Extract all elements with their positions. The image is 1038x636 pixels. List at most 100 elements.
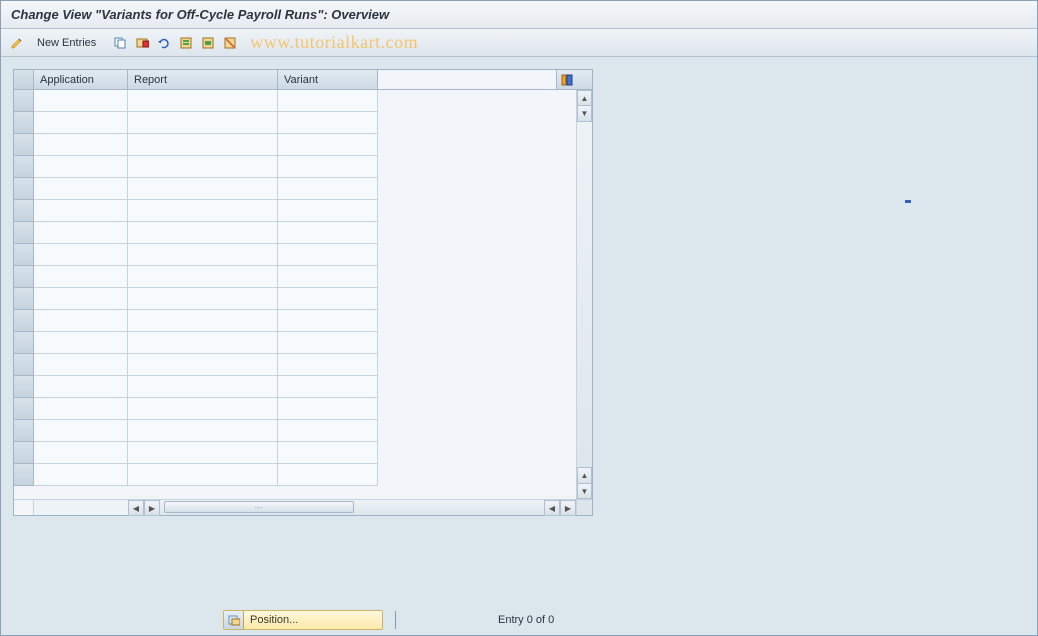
cell-report[interactable] [128,398,278,420]
cell-report[interactable] [128,134,278,156]
cell-application[interactable] [34,222,128,244]
row-selector[interactable] [14,420,34,442]
cell-application[interactable] [34,266,128,288]
cell-variant[interactable] [278,178,378,200]
cell-variant[interactable] [278,90,378,112]
row-selector[interactable] [14,178,34,200]
cell-application[interactable] [34,90,128,112]
cell-variant[interactable] [278,332,378,354]
cell-application[interactable] [34,332,128,354]
cell-report[interactable] [128,376,278,398]
cell-report[interactable] [128,200,278,222]
cell-application[interactable] [34,112,128,134]
page-up-button[interactable]: ▼ [577,106,592,122]
hscroll-thumb[interactable] [164,501,354,513]
cell-report[interactable] [128,332,278,354]
row-selector[interactable] [14,200,34,222]
cell-variant[interactable] [278,354,378,376]
cell-report[interactable] [128,266,278,288]
scroll-down-button[interactable]: ▼ [577,483,592,499]
cell-report[interactable] [128,420,278,442]
row-selector[interactable] [14,244,34,266]
cell-variant[interactable] [278,464,378,486]
cell-application[interactable] [34,398,128,420]
row-selector[interactable] [14,398,34,420]
row-selector[interactable] [14,310,34,332]
row-selector[interactable] [14,112,34,134]
scroll-up-button[interactable]: ▲ [577,90,592,106]
vertical-scrollbar[interactable]: ▲ ▼ ▲ ▼ [576,90,592,499]
cell-report[interactable] [128,178,278,200]
select-all-rows[interactable] [14,70,34,90]
row-selector[interactable] [14,266,34,288]
cell-variant[interactable] [278,112,378,134]
row-selector[interactable] [14,376,34,398]
cell-application[interactable] [34,310,128,332]
cell-variant[interactable] [278,134,378,156]
cell-application[interactable] [34,464,128,486]
cell-report[interactable] [128,288,278,310]
table-row [14,112,378,134]
delete-button[interactable] [132,33,152,53]
cell-application[interactable] [34,134,128,156]
toolbar: New Entries www.tutorialkart.com [1,29,1037,57]
table-settings-button[interactable] [556,70,576,90]
cell-variant[interactable] [278,442,378,464]
cell-report[interactable] [128,442,278,464]
column-header-application[interactable]: Application [34,70,128,90]
cell-variant[interactable] [278,244,378,266]
cell-application[interactable] [34,442,128,464]
cell-application[interactable] [34,288,128,310]
row-selector[interactable] [14,442,34,464]
cell-application[interactable] [34,354,128,376]
cell-variant[interactable] [278,310,378,332]
cell-variant[interactable] [278,200,378,222]
cell-application[interactable] [34,200,128,222]
cell-variant[interactable] [278,266,378,288]
hscroll-spacer-app [34,500,128,515]
cell-report[interactable] [128,156,278,178]
cell-variant[interactable] [278,398,378,420]
row-selector[interactable] [14,288,34,310]
cell-application[interactable] [34,156,128,178]
page-down-button[interactable]: ▲ [577,467,592,483]
cell-variant[interactable] [278,376,378,398]
copy-button[interactable] [110,33,130,53]
cell-application[interactable] [34,420,128,442]
cell-report[interactable] [128,464,278,486]
cell-report[interactable] [128,244,278,266]
scroll-left-col-button[interactable]: ▶ [144,500,160,516]
position-button[interactable]: Position... [223,610,383,630]
row-selector[interactable] [14,90,34,112]
select-block-button[interactable] [198,33,218,53]
scroll-left-button[interactable]: ◀ [128,500,144,516]
deselect-all-button[interactable] [220,33,240,53]
row-selector[interactable] [14,156,34,178]
column-header-report[interactable]: Report [128,70,278,90]
scroll-right-col-button[interactable]: ◀ [544,500,560,516]
cell-variant[interactable] [278,420,378,442]
toggle-edit-button[interactable] [7,33,27,53]
cell-application[interactable] [34,178,128,200]
new-entries-button[interactable]: New Entries [29,33,104,53]
cell-variant[interactable] [278,222,378,244]
row-selector[interactable] [14,332,34,354]
cell-report[interactable] [128,310,278,332]
column-header-variant[interactable]: Variant [278,70,378,90]
hscroll-track[interactable] [160,500,544,515]
undo-button[interactable] [154,33,174,53]
cell-variant[interactable] [278,156,378,178]
cell-variant[interactable] [278,288,378,310]
cell-report[interactable] [128,90,278,112]
row-selector[interactable] [14,464,34,486]
cell-report[interactable] [128,354,278,376]
cell-application[interactable] [34,244,128,266]
cell-application[interactable] [34,376,128,398]
select-all-button[interactable] [176,33,196,53]
row-selector[interactable] [14,222,34,244]
cell-report[interactable] [128,222,278,244]
scroll-right-button[interactable]: ▶ [560,500,576,516]
cell-report[interactable] [128,112,278,134]
row-selector[interactable] [14,354,34,376]
row-selector[interactable] [14,134,34,156]
